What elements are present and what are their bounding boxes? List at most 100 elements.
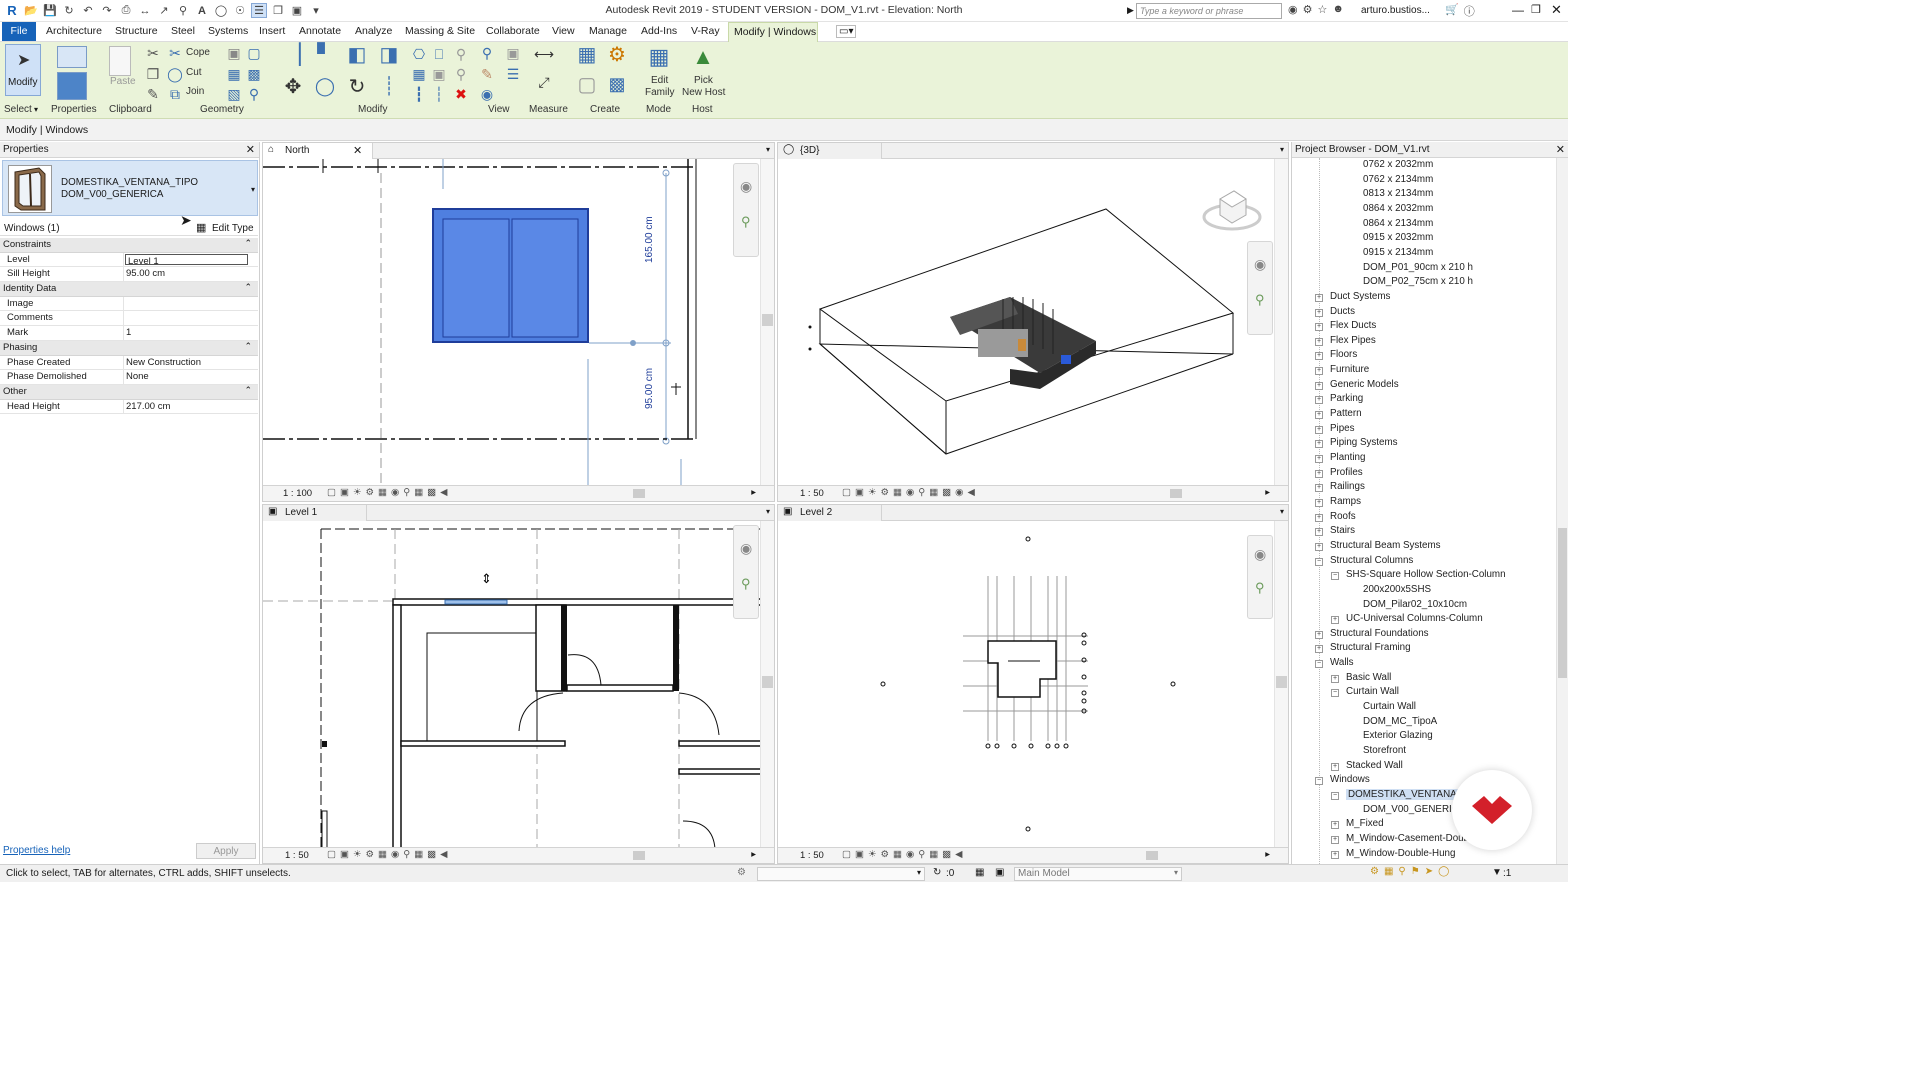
properties-help-link[interactable]: Properties help bbox=[3, 845, 70, 856]
level-input[interactable]: Level 1 bbox=[125, 253, 248, 267]
filter-icon[interactable]: ▼ bbox=[1492, 867, 1502, 878]
view-menu-icon[interactable]: ▾ bbox=[766, 145, 770, 154]
minimize-icon[interactable]: — bbox=[1512, 3, 1524, 17]
level-1-plan-drawing[interactable]: ⇕ bbox=[263, 521, 761, 849]
expand-icon[interactable]: + bbox=[1315, 308, 1323, 317]
browser-item[interactable]: Structural Beam Systems bbox=[1330, 540, 1441, 551]
browser-item[interactable]: 0762 x 2134mm bbox=[1363, 174, 1433, 185]
delete-icon[interactable]: ✖ bbox=[452, 86, 470, 102]
array-icon[interactable]: ▦ bbox=[410, 66, 428, 82]
sync-status-icon[interactable]: ↻ bbox=[933, 867, 941, 878]
view-cube-icon[interactable] bbox=[1202, 185, 1262, 235]
edit-family-label-2[interactable]: Family bbox=[645, 87, 674, 98]
browser-item[interactable]: Structural Columns bbox=[1330, 555, 1413, 566]
expand-icon[interactable]: + bbox=[1315, 323, 1323, 332]
vertical-scrollbar[interactable] bbox=[760, 159, 774, 485]
horizontal-scrollbar[interactable] bbox=[1170, 489, 1182, 498]
browser-item[interactable]: 200x200x5SHS bbox=[1363, 584, 1431, 595]
split-icon[interactable]: ⎔ bbox=[410, 46, 428, 62]
flip-arrows-icon[interactable]: ⇕ bbox=[481, 572, 492, 587]
help-icon[interactable]: ⓘ bbox=[1464, 3, 1475, 19]
match-type-icon[interactable]: ✎ bbox=[144, 86, 162, 102]
view-tab-level-1[interactable]: ▣ Level 1 bbox=[263, 505, 367, 521]
tab-architecture[interactable]: Architecture bbox=[46, 25, 102, 37]
edit-type-button[interactable]: Edit Type bbox=[212, 223, 254, 234]
instance-filter[interactable]: Windows (1) bbox=[4, 223, 60, 234]
steering-wheel-icon[interactable]: ◉ bbox=[1254, 256, 1266, 273]
browser-item[interactable]: Ducts bbox=[1330, 306, 1355, 317]
editable-only-icon[interactable]: ▣ bbox=[995, 867, 1004, 878]
collapse-icon[interactable]: − bbox=[1315, 660, 1323, 669]
viewport-north[interactable]: ⌂ North ✕ ▾ 165.00 cm 95.00 cm ◉ ⚲ 1 : 1… bbox=[262, 142, 775, 502]
restore-icon[interactable]: ❐ bbox=[1531, 3, 1541, 16]
steering-wheel-icon[interactable]: ◉ bbox=[740, 178, 752, 195]
view-scale[interactable]: 1 : 50 bbox=[800, 488, 824, 499]
mirror-axis-icon[interactable]: ◧ bbox=[348, 44, 367, 66]
browser-scroll-thumb[interactable] bbox=[1558, 528, 1567, 678]
extend-icon[interactable]: ┆ bbox=[430, 86, 448, 102]
cut-geometry-icon[interactable]: ◯ bbox=[166, 66, 184, 82]
create-assembly-icon[interactable]: ▦ bbox=[578, 44, 597, 66]
properties-close-icon[interactable]: ✕ bbox=[246, 143, 255, 156]
pick-host-label-2[interactable]: New Host bbox=[682, 87, 725, 98]
paste-icon[interactable] bbox=[109, 46, 131, 76]
subscription-icon[interactable]: ⚙ bbox=[1303, 3, 1313, 16]
head-height-value[interactable]: 217.00 cm bbox=[124, 400, 258, 414]
demolish-icon[interactable]: ▧ bbox=[225, 86, 243, 102]
vertical-scrollbar[interactable] bbox=[760, 521, 774, 847]
pick-icon[interactable]: ⚲ bbox=[245, 86, 263, 102]
steering-wheel-icon[interactable]: ◉ bbox=[1254, 546, 1266, 563]
offset-icon[interactable]: ▘ bbox=[316, 44, 334, 66]
browser-item[interactable]: Roofs bbox=[1330, 511, 1356, 522]
viewport-level-1[interactable]: ▣ Level 1 ▾ ⇕ ◉ ⚲ 1 : 50 ▢▣☀⚙▦◉⚲▦▩◀ ▸ bbox=[262, 504, 775, 864]
browser-item[interactable]: 0864 x 2134mm bbox=[1363, 218, 1433, 229]
tab-massing-site[interactable]: Massing & Site bbox=[405, 25, 475, 37]
collapse-icon[interactable]: ⌃ bbox=[244, 238, 252, 249]
tab-analyze[interactable]: Analyze bbox=[355, 25, 392, 37]
browser-item[interactable]: Storefront bbox=[1363, 745, 1406, 756]
user-name[interactable]: arturo.bustios... bbox=[1361, 5, 1430, 16]
section-phasing[interactable]: Phasing ⌃ bbox=[0, 340, 258, 356]
browser-item[interactable]: Duct Systems bbox=[1330, 291, 1390, 302]
copy-icon[interactable]: ❐ bbox=[144, 66, 162, 82]
expand-icon[interactable]: + bbox=[1315, 337, 1323, 346]
edit-family-icon[interactable]: ▦ bbox=[648, 44, 670, 69]
browser-scrollbar[interactable] bbox=[1556, 158, 1568, 864]
cart-icon[interactable]: 🛒 bbox=[1445, 3, 1459, 19]
view-menu-icon[interactable]: ▾ bbox=[766, 507, 770, 516]
zoom-icon[interactable]: ⚲ bbox=[1255, 292, 1265, 308]
modify-button[interactable]: ➤ Modify bbox=[5, 44, 41, 96]
browser-item[interactable]: Profiles bbox=[1330, 467, 1363, 478]
scroll-right-icon[interactable]: ▸ bbox=[751, 487, 756, 498]
expand-icon[interactable]: + bbox=[1315, 513, 1323, 522]
view-tab-3d[interactable]: ◯ {3D} bbox=[778, 143, 882, 159]
tab-add-ins[interactable]: Add-Ins bbox=[641, 25, 677, 37]
cope-icon[interactable]: ✂ bbox=[166, 45, 184, 61]
browser-item[interactable]: Piping Systems bbox=[1330, 437, 1398, 448]
cut-scissors-icon[interactable]: ✂ bbox=[144, 45, 162, 61]
view-tab-level-2[interactable]: ▣ Level 2 bbox=[778, 505, 882, 521]
tab-insert[interactable]: Insert bbox=[259, 25, 285, 37]
collapse-icon[interactable]: ⌃ bbox=[244, 282, 252, 293]
tab-view[interactable]: View bbox=[552, 25, 575, 37]
tab-file[interactable]: File bbox=[2, 22, 36, 41]
viewport-3d[interactable]: ◯ {3D} ▾ ◉ ⚲ 1 : 50 ▢▣☀⚙▦◉⚲▦▩◉◀ ▸ bbox=[777, 142, 1289, 502]
type-dropdown-icon[interactable]: ▾ bbox=[251, 185, 255, 194]
browser-item[interactable]: 0864 x 2032mm bbox=[1363, 203, 1433, 214]
browser-item[interactable]: Curtain Wall bbox=[1363, 701, 1416, 712]
expand-icon[interactable]: + bbox=[1331, 616, 1339, 625]
browser-item[interactable]: Planting bbox=[1330, 452, 1365, 463]
split-face-icon[interactable]: ▦ bbox=[225, 66, 243, 82]
view-close-icon[interactable]: ✕ bbox=[353, 144, 362, 157]
horizontal-scrollbar[interactable] bbox=[633, 851, 645, 860]
rotate-icon[interactable]: ↻ bbox=[348, 76, 366, 98]
search-input[interactable]: Type a keyword or phrase bbox=[1136, 3, 1282, 19]
browser-item[interactable]: DOM_P02_75cm x 210 h bbox=[1363, 276, 1473, 287]
browser-item[interactable]: Exterior Glazing bbox=[1363, 730, 1433, 741]
browser-item[interactable]: Stacked Wall bbox=[1346, 760, 1403, 771]
measure-between-icon[interactable]: ⟷ bbox=[530, 46, 558, 62]
browser-item[interactable]: Flex Pipes bbox=[1330, 335, 1376, 346]
horizontal-scrollbar[interactable] bbox=[633, 489, 645, 498]
north-elevation-drawing[interactable] bbox=[263, 159, 761, 487]
browser-item[interactable]: Windows bbox=[1330, 774, 1370, 785]
